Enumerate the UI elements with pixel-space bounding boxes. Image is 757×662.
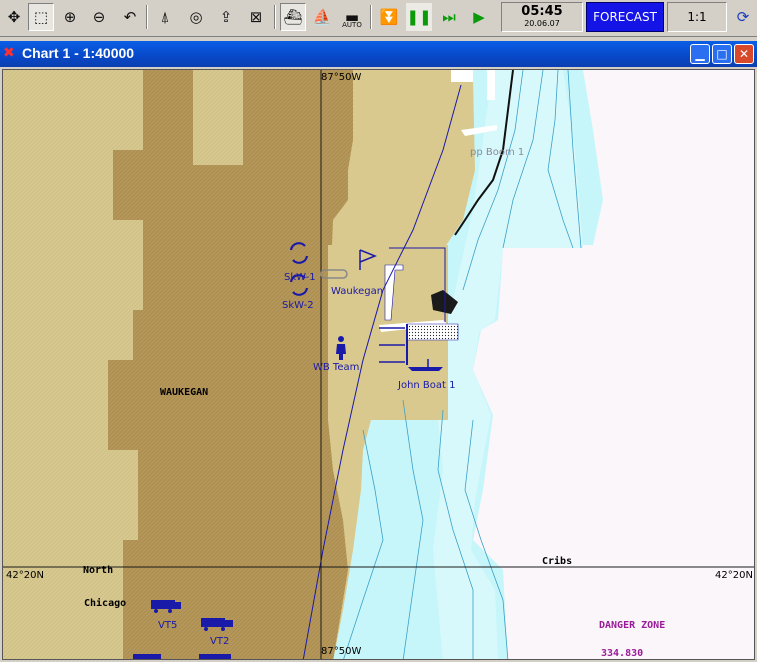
window-title: Chart 1 - 1:40000 <box>22 45 135 61</box>
vt2-label[interactable]: VT2 <box>210 636 229 647</box>
chart-map[interactable] <box>3 70 755 660</box>
land-patch <box>193 70 243 165</box>
sync-icon[interactable]: ⟳ <box>731 3 755 31</box>
chicago-place-label: Chicago <box>84 598 127 609</box>
john-boat-label[interactable]: John Boat 1 <box>398 380 456 391</box>
north-place-label: North <box>83 565 114 576</box>
harbor-basin <box>406 323 459 341</box>
zoom-in-icon[interactable]: ⊕ <box>57 3 83 31</box>
undo-icon[interactable]: ↶ <box>117 3 143 31</box>
time-display: 05:45 20.06.07 <box>501 2 583 32</box>
latitude-label-right: 42°20N <box>715 570 753 581</box>
pp-boom-label[interactable]: pp Boom 1 <box>470 147 524 158</box>
app-logo-icon: ✖ <box>3 45 15 61</box>
minimize-icon[interactable]: ▁ <box>690 44 710 64</box>
danger-zone-value: 334.830 <box>601 648 644 659</box>
toolbar-separator <box>146 5 148 29</box>
auto-label: AUTO <box>342 21 362 29</box>
waukegan-place-label: WAUKEGAN <box>160 387 209 398</box>
main-toolbar: ✥ ⬚ ⊕ ⊖ ↶ ⍋ ◎ ⇪ ⊠ ⛴ ⛵ ▬ AUTO ⏬ ❚❚ ⏭ ▶ 05:… <box>0 0 757 37</box>
vt5-label[interactable]: VT5 <box>158 620 177 631</box>
latitude-label-left: 42°20N <box>6 570 44 581</box>
wb-team-label[interactable]: WB Team <box>313 362 359 373</box>
danger-zone-label: DANGER ZONE <box>599 620 666 631</box>
longitude-label-bottom: 87°50W <box>321 646 362 657</box>
stop-icon[interactable]: ⏬ <box>376 3 402 31</box>
export-icon[interactable]: ⇪ <box>213 3 239 31</box>
cribs-place-label: Cribs <box>542 556 573 567</box>
zoom-window-icon[interactable]: ⬚ <box>28 3 54 31</box>
north-pier <box>451 70 473 82</box>
longitude-label-top: 87°50W <box>321 72 362 83</box>
skw2-label[interactable]: SkW-2 <box>282 300 314 311</box>
waukegan-marker-label[interactable]: Waukegan <box>331 286 383 297</box>
current-time: 05:45 <box>521 4 563 19</box>
target-icon[interactable]: ◎ <box>183 3 209 31</box>
skw1-label[interactable]: SkW-1 <box>284 272 316 283</box>
zoom-out-icon[interactable]: ⊖ <box>86 3 112 31</box>
forecast-button[interactable]: FORECAST <box>586 2 664 32</box>
north-pier <box>487 70 495 100</box>
chart-window-titlebar[interactable]: ✖ Chart 1 - 1:40000 ▁ □ ✕ <box>0 41 757 67</box>
vessel-icon[interactable]: ⛵ <box>309 3 335 31</box>
nautical-chart-view[interactable]: 87°50W 87°50W 42°20N 42°20N pp Boom 1 Sk… <box>2 69 755 660</box>
current-date: 20.06.07 <box>524 19 560 28</box>
toolbar-separator <box>274 5 276 29</box>
boat-icon[interactable] <box>408 367 443 371</box>
close-icon[interactable]: ✕ <box>734 44 754 64</box>
layers-icon[interactable]: ⊠ <box>243 3 269 31</box>
pause-icon[interactable]: ❚❚ <box>406 3 432 31</box>
toolbar-separator <box>370 5 372 29</box>
ship-mode-icon[interactable]: ⛴ <box>280 3 306 31</box>
compass-tool-icon[interactable]: ⍋ <box>152 3 178 31</box>
fast-forward-icon[interactable]: ⏭ <box>436 3 462 31</box>
play-icon[interactable]: ▶ <box>466 3 492 31</box>
auto-mode-button[interactable]: ▬ AUTO <box>339 3 365 31</box>
maximize-icon[interactable]: □ <box>712 44 732 64</box>
pan-tool-icon[interactable]: ✥ <box>1 3 27 31</box>
scale-ratio-display[interactable]: 1:1 <box>667 2 727 32</box>
